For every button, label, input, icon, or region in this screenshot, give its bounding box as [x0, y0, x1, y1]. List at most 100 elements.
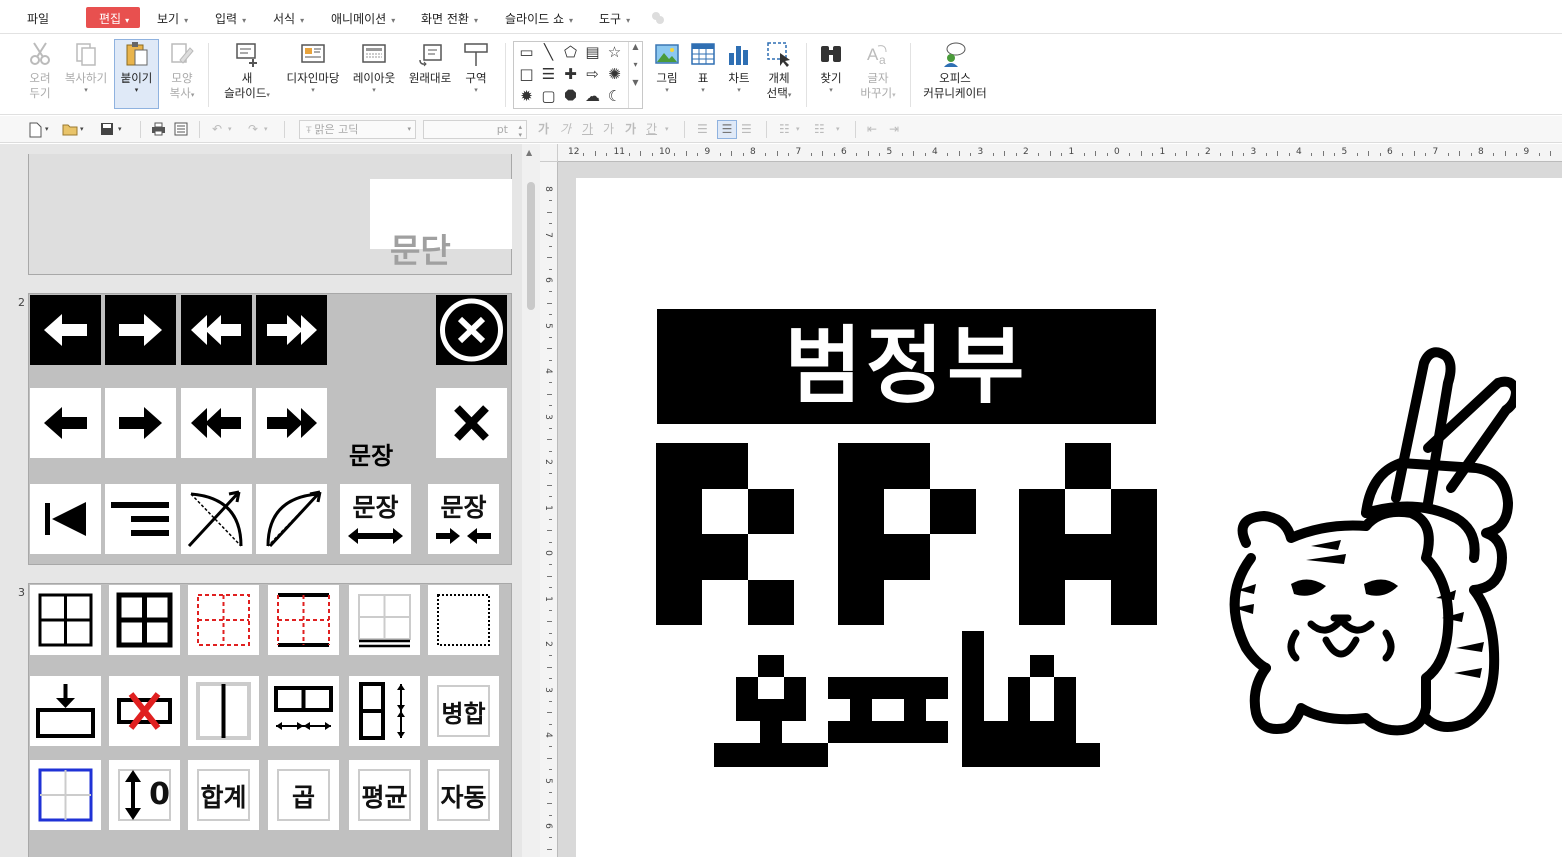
save-icon[interactable] — [100, 122, 114, 136]
cloud-shape-icon[interactable]: ☁ — [584, 88, 601, 105]
vertical-ruler[interactable]: 8 7 6 5 4 3 2 1 0 1 2 3 4 5 6 — [540, 162, 558, 857]
ruler-tick — [1493, 153, 1495, 156]
ruler-tick — [1311, 153, 1313, 156]
new-slide-icon — [236, 43, 257, 67]
slide-canvas[interactable]: 범정부 — [576, 178, 1562, 857]
font-size-input[interactable]: pt ▴ ▾ — [423, 120, 527, 139]
number-list-icon[interactable]: ☷ — [814, 121, 825, 138]
title-banner[interactable]: 범정부 — [657, 309, 1156, 424]
preview-icon[interactable] — [174, 122, 188, 136]
menu-format[interactable]: 서식 ▾ — [273, 10, 304, 27]
thumbnail-scrollbar[interactable]: ▲ — [522, 144, 540, 857]
print-icon[interactable] — [151, 122, 166, 136]
chevron-down-icon[interactable]: ▾ — [796, 121, 800, 138]
rectangle-shape-icon[interactable]: ▭ — [518, 44, 535, 61]
new-slide-button[interactable]: 새 슬라이드▾ — [221, 40, 273, 103]
section-button[interactable]: 구역 ▾ — [462, 40, 490, 95]
chevron-down-icon[interactable]: ▾ — [264, 121, 268, 138]
chevron-down-icon[interactable]: ▾ — [80, 121, 84, 138]
increase-indent-icon[interactable]: ⇥ — [889, 121, 899, 138]
slide-thumbnail-1[interactable]: 문단 — [28, 154, 512, 275]
ruler-tick — [1095, 151, 1097, 156]
chevron-down-icon[interactable]: ▾ — [836, 121, 840, 138]
table-button[interactable]: 표 ▾ — [689, 40, 717, 95]
strikethrough-button[interactable]: 가 — [603, 121, 614, 138]
bold-button[interactable]: 가 — [538, 121, 549, 138]
new-file-icon[interactable] — [28, 122, 42, 138]
burst-shape-icon[interactable]: ✺ — [606, 66, 623, 83]
open-folder-icon[interactable] — [62, 122, 78, 136]
ruler-tick — [547, 666, 552, 668]
ruler-tick — [970, 153, 972, 156]
reset-button[interactable]: 원래대로 — [406, 40, 454, 86]
align-left-icon[interactable]: ☰ — [697, 121, 708, 138]
menu-animation[interactable]: 애니메이션 ▾ — [331, 10, 395, 27]
distribute-columns-icon — [268, 676, 339, 746]
ruler-number: 5 — [542, 777, 553, 784]
undo-icon[interactable]: ↶ — [212, 121, 222, 138]
ruler-tick — [924, 153, 926, 156]
align-right-icon[interactable]: ☰ — [741, 121, 752, 138]
menu-input[interactable]: 입력 ▾ — [215, 10, 246, 27]
redo-icon[interactable]: ↷ — [248, 121, 258, 138]
copy-button[interactable]: 복사하기 ▾ — [62, 40, 110, 95]
cut-button[interactable]: 오려 두기 — [24, 40, 56, 101]
layout-button[interactable]: 레이아웃 ▾ — [349, 40, 399, 95]
square-shape-icon[interactable]: □ — [518, 66, 535, 83]
ruler-tick — [547, 257, 552, 259]
menu-tools[interactable]: 도구 ▾ — [599, 10, 630, 27]
chevron-down-icon[interactable]: ▾ — [665, 121, 669, 138]
menu-file[interactable]: 파일 — [27, 10, 49, 27]
scroll-up-icon[interactable]: ▲ — [526, 148, 532, 157]
arrow-right-icon — [105, 388, 176, 458]
office-communicator-button[interactable]: 오피스 커뮤니케이터 — [920, 40, 990, 101]
chevron-down-icon: ▾ — [391, 16, 396, 25]
chevron-down-icon[interactable]: ▾ — [228, 121, 232, 138]
shapes-scroll[interactable]: ▲ ▾ ▼ — [628, 42, 642, 108]
chevron-down-icon[interactable]: ▾ — [118, 121, 122, 138]
chart-button[interactable]: 차트 ▾ — [724, 40, 754, 95]
pentagon-shape-icon[interactable]: ⬠ — [562, 44, 579, 61]
replace-font-button[interactable]: Aa 글자 바꾸기▾ — [856, 40, 900, 103]
arrow-shape-icon[interactable]: ⇨ — [584, 66, 601, 83]
design-button[interactable]: 디자인마당 ▾ — [284, 40, 342, 95]
cross-shape-icon[interactable]: ✚ — [562, 66, 579, 83]
lines-shape-icon[interactable]: ☰ — [540, 66, 557, 83]
paste-button[interactable]: 붙이기 ▾ — [114, 39, 159, 109]
slide-thumbnail-3[interactable]: 병합 0 합계 곱 평균 자동 — [28, 583, 512, 857]
bullet-list-icon[interactable]: ☷ — [779, 121, 790, 138]
line-shape-icon[interactable]: ╲ — [540, 44, 557, 61]
align-center-icon[interactable]: ☰ — [717, 120, 737, 139]
font-name-select[interactable]: Ŧ 맑은 고딕 ▾ — [299, 120, 416, 139]
select-object-button[interactable]: 개체 선택▾ — [762, 40, 796, 103]
italic-button[interactable]: 가 — [560, 121, 571, 138]
scrollbar-thumb[interactable] — [527, 182, 535, 310]
find-button[interactable]: 찾기 ▾ — [816, 40, 846, 95]
underline-button[interactable]: 가 — [582, 121, 593, 138]
sentence-compress-icon: 문장 — [428, 484, 499, 554]
horizontal-ruler[interactable]: 12 11 10 9 8 7 6 5 4 3 2 1 0 1 2 3 4 5 6 7 8 9 — [558, 144, 1562, 162]
star-shape-icon[interactable]: ☆ — [606, 44, 623, 61]
pixel-logo-graphic[interactable] — [656, 443, 1160, 773]
ruler-tick — [549, 473, 552, 475]
callout-shape-icon[interactable]: ▢ — [540, 88, 557, 105]
tiger-mascot-graphic[interactable] — [1216, 328, 1516, 748]
chevron-down-icon[interactable]: ▾ — [45, 121, 49, 138]
menu-transition[interactable]: 화면 전환 ▾ — [421, 10, 478, 27]
format-copy-button[interactable]: 모양 복사▾ — [164, 40, 200, 103]
font-color-button[interactable]: 간 — [646, 121, 657, 138]
puzzle-icon[interactable] — [651, 11, 665, 25]
shadow-button[interactable]: 가 — [625, 121, 636, 138]
slide-thumbnail-2[interactable]: 문장 문장 문장 — [28, 293, 512, 565]
moon-shape-icon[interactable]: ☾ — [606, 88, 623, 105]
menu-edit[interactable]: 편집 ▾ — [86, 7, 140, 28]
menu-view[interactable]: 보기 ▾ — [157, 10, 188, 27]
picture-button[interactable]: 그림 ▾ — [651, 40, 683, 95]
decrease-indent-icon[interactable]: ⇤ — [867, 121, 877, 138]
gear-shape-icon[interactable]: ✹ — [518, 88, 535, 105]
menu-slideshow[interactable]: 슬라이드 쇼 ▾ — [505, 10, 573, 27]
octagon-shape-icon[interactable]: ⯃ — [562, 88, 579, 105]
ruler-tick — [547, 530, 552, 532]
ruler-tick — [549, 541, 552, 543]
textbox-shape-icon[interactable]: ▤ — [584, 44, 601, 61]
